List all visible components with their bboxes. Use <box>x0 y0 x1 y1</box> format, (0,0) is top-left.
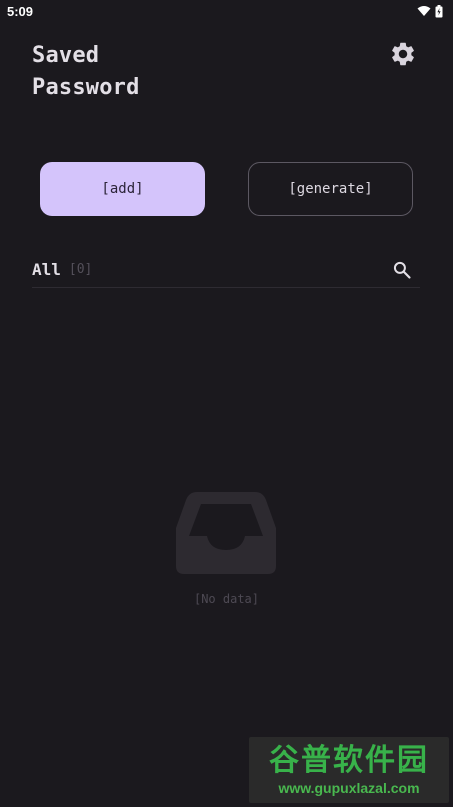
battery-icon <box>435 4 443 17</box>
filter-row: All [0] <box>32 252 420 288</box>
status-icons <box>417 4 443 18</box>
watermark-logo: 谷普软件园 www.gupuxlazal.com <box>249 737 449 803</box>
filter-all-tab[interactable]: All <box>32 260 61 279</box>
watermark-main-text: 谷普软件园 <box>269 744 429 777</box>
filter-count: [0] <box>68 262 93 277</box>
search-button[interactable] <box>390 258 414 282</box>
page-title-line2: Password <box>32 75 140 100</box>
inbox-tray-icon <box>176 492 276 574</box>
generate-button[interactable]: [generate] <box>248 162 413 216</box>
add-button[interactable]: [add] <box>40 162 205 216</box>
page-title-line1: Saved <box>32 43 100 68</box>
watermark-url: www.gupuxlazal.com <box>278 780 420 796</box>
status-time: 5:09 <box>7 3 34 19</box>
page-title: Saved Password <box>32 40 140 104</box>
gear-icon <box>392 42 414 66</box>
settings-button[interactable] <box>387 38 419 70</box>
wifi-icon <box>417 6 431 16</box>
search-icon <box>393 261 411 279</box>
empty-state-text: [No data] <box>193 592 260 606</box>
status-bar: 5:09 <box>0 0 453 22</box>
